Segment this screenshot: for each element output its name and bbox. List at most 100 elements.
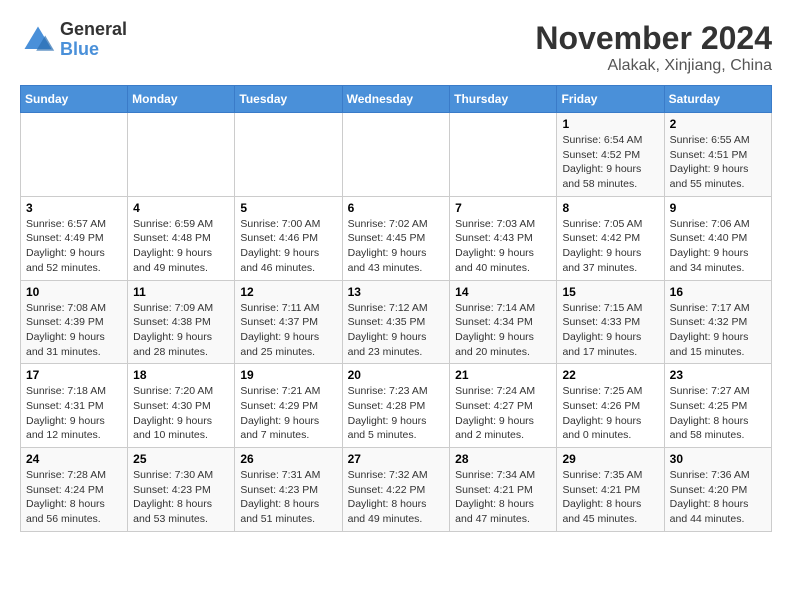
day-info: Sunrise: 7:36 AM Sunset: 4:20 PM Dayligh…: [670, 468, 766, 527]
day-number: 25: [133, 452, 229, 466]
title-block: November 2024 Alakak, Xinjiang, China: [535, 20, 772, 75]
day-number: 26: [240, 452, 336, 466]
calendar-day-cell: 14 Sunrise: 7:14 AM Sunset: 4:34 PM Dayli…: [450, 280, 557, 364]
day-number: 17: [26, 368, 122, 382]
calendar-day-cell: 24 Sunrise: 7:28 AM Sunset: 4:24 PM Dayli…: [21, 448, 128, 532]
day-number: 14: [455, 285, 551, 299]
day-info: Sunrise: 7:28 AM Sunset: 4:24 PM Dayligh…: [26, 468, 122, 527]
calendar-day-cell: 2 Sunrise: 6:55 AM Sunset: 4:51 PM Daylig…: [664, 113, 771, 197]
calendar-week-row: 1Sunrise: 6:54 AM Sunset: 4:52 PM Daylig…: [21, 113, 772, 197]
calendar-day-cell: 22 Sunrise: 7:25 AM Sunset: 4:26 PM Dayli…: [557, 364, 664, 448]
day-info: Sunrise: 7:11 AM Sunset: 4:37 PM Dayligh…: [240, 301, 336, 360]
calendar-day-cell: 23Sunrise: 7:27 AM Sunset: 4:25 PM Dayli…: [664, 364, 771, 448]
day-info: Sunrise: 6:54 AM Sunset: 4:52 PM Dayligh…: [562, 133, 658, 192]
weekday-header: Monday: [128, 86, 235, 113]
day-number: 29: [562, 452, 658, 466]
day-number: 28: [455, 452, 551, 466]
day-number: 10: [26, 285, 122, 299]
calendar-day-cell: 27 Sunrise: 7:32 AM Sunset: 4:22 PM Dayli…: [342, 448, 450, 532]
day-number: 20: [348, 368, 445, 382]
day-info: Sunrise: 7:09 AM Sunset: 4:38 PM Dayligh…: [133, 301, 229, 360]
day-info: Sunrise: 7:08 AM Sunset: 4:39 PM Dayligh…: [26, 301, 122, 360]
day-number: 12: [240, 285, 336, 299]
day-number: 8: [562, 201, 658, 215]
calendar-day-cell: 28 Sunrise: 7:34 AM Sunset: 4:21 PM Dayli…: [450, 448, 557, 532]
day-info: Sunrise: 7:12 AM Sunset: 4:35 PM Dayligh…: [348, 301, 445, 360]
calendar-day-cell: 8 Sunrise: 7:05 AM Sunset: 4:42 PM Daylig…: [557, 196, 664, 280]
calendar-day-cell: 16Sunrise: 7:17 AM Sunset: 4:32 PM Dayli…: [664, 280, 771, 364]
calendar-day-cell: 6 Sunrise: 7:02 AM Sunset: 4:45 PM Daylig…: [342, 196, 450, 280]
calendar-day-cell: 30Sunrise: 7:36 AM Sunset: 4:20 PM Dayli…: [664, 448, 771, 532]
calendar-day-cell: 21 Sunrise: 7:24 AM Sunset: 4:27 PM Dayli…: [450, 364, 557, 448]
logo-icon: [20, 22, 56, 58]
calendar-day-cell: 13 Sunrise: 7:12 AM Sunset: 4:35 PM Dayli…: [342, 280, 450, 364]
day-info: Sunrise: 7:02 AM Sunset: 4:45 PM Dayligh…: [348, 217, 445, 276]
calendar-day-cell: 10 Sunrise: 7:08 AM Sunset: 4:39 PM Dayli…: [21, 280, 128, 364]
day-info: Sunrise: 7:14 AM Sunset: 4:34 PM Dayligh…: [455, 301, 551, 360]
day-info: Sunrise: 7:03 AM Sunset: 4:43 PM Dayligh…: [455, 217, 551, 276]
day-number: 11: [133, 285, 229, 299]
weekday-header: Wednesday: [342, 86, 450, 113]
day-info: Sunrise: 7:25 AM Sunset: 4:26 PM Dayligh…: [562, 384, 658, 443]
day-info: Sunrise: 7:27 AM Sunset: 4:25 PM Dayligh…: [670, 384, 766, 443]
day-number: 3: [26, 201, 122, 215]
day-number: 22: [562, 368, 658, 382]
location-subtitle: Alakak, Xinjiang, China: [535, 57, 772, 75]
day-info: Sunrise: 7:34 AM Sunset: 4:21 PM Dayligh…: [455, 468, 551, 527]
logo-general-text: General: [60, 20, 127, 40]
calendar-day-cell: 9Sunrise: 7:06 AM Sunset: 4:40 PM Daylig…: [664, 196, 771, 280]
month-title: November 2024: [535, 20, 772, 57]
calendar-day-cell: 26 Sunrise: 7:31 AM Sunset: 4:23 PM Dayli…: [235, 448, 342, 532]
calendar-day-cell: [235, 113, 342, 197]
weekday-header: Thursday: [450, 86, 557, 113]
logo: General Blue: [20, 20, 127, 60]
calendar-day-cell: 25 Sunrise: 7:30 AM Sunset: 4:23 PM Dayli…: [128, 448, 235, 532]
calendar-day-cell: [21, 113, 128, 197]
calendar-day-cell: 3 Sunrise: 6:57 AM Sunset: 4:49 PM Daylig…: [21, 196, 128, 280]
day-info: Sunrise: 7:32 AM Sunset: 4:22 PM Dayligh…: [348, 468, 445, 527]
calendar-day-cell: 1Sunrise: 6:54 AM Sunset: 4:52 PM Daylig…: [557, 113, 664, 197]
calendar-day-cell: 7Sunrise: 7:03 AM Sunset: 4:43 PM Daylig…: [450, 196, 557, 280]
calendar-day-cell: 17 Sunrise: 7:18 AM Sunset: 4:31 PM Dayli…: [21, 364, 128, 448]
weekday-header: Saturday: [664, 86, 771, 113]
day-number: 21: [455, 368, 551, 382]
day-info: Sunrise: 7:30 AM Sunset: 4:23 PM Dayligh…: [133, 468, 229, 527]
day-info: Sunrise: 7:21 AM Sunset: 4:29 PM Dayligh…: [240, 384, 336, 443]
day-number: 19: [240, 368, 336, 382]
day-number: 6: [348, 201, 445, 215]
day-info: Sunrise: 7:05 AM Sunset: 4:42 PM Dayligh…: [562, 217, 658, 276]
day-info: Sunrise: 7:24 AM Sunset: 4:27 PM Dayligh…: [455, 384, 551, 443]
calendar-day-cell: 18 Sunrise: 7:20 AM Sunset: 4:30 PM Dayli…: [128, 364, 235, 448]
day-info: Sunrise: 6:55 AM Sunset: 4:51 PM Dayligh…: [670, 133, 766, 192]
day-info: Sunrise: 7:23 AM Sunset: 4:28 PM Dayligh…: [348, 384, 445, 443]
day-info: Sunrise: 6:57 AM Sunset: 4:49 PM Dayligh…: [26, 217, 122, 276]
day-info: Sunrise: 7:06 AM Sunset: 4:40 PM Dayligh…: [670, 217, 766, 276]
day-info: Sunrise: 7:31 AM Sunset: 4:23 PM Dayligh…: [240, 468, 336, 527]
day-info: Sunrise: 7:20 AM Sunset: 4:30 PM Dayligh…: [133, 384, 229, 443]
day-info: Sunrise: 7:18 AM Sunset: 4:31 PM Dayligh…: [26, 384, 122, 443]
calendar-day-cell: [128, 113, 235, 197]
day-number: 2: [670, 117, 766, 131]
day-number: 24: [26, 452, 122, 466]
calendar-day-cell: [342, 113, 450, 197]
calendar-day-cell: 4Sunrise: 6:59 AM Sunset: 4:48 PM Daylig…: [128, 196, 235, 280]
day-info: Sunrise: 7:35 AM Sunset: 4:21 PM Dayligh…: [562, 468, 658, 527]
day-info: Sunrise: 7:00 AM Sunset: 4:46 PM Dayligh…: [240, 217, 336, 276]
calendar-day-cell: 19 Sunrise: 7:21 AM Sunset: 4:29 PM Dayli…: [235, 364, 342, 448]
weekday-header: Friday: [557, 86, 664, 113]
day-info: Sunrise: 7:17 AM Sunset: 4:32 PM Dayligh…: [670, 301, 766, 360]
day-number: 15: [562, 285, 658, 299]
day-number: 18: [133, 368, 229, 382]
calendar-week-row: 3 Sunrise: 6:57 AM Sunset: 4:49 PM Daylig…: [21, 196, 772, 280]
day-number: 4: [133, 201, 229, 215]
calendar-day-cell: 29 Sunrise: 7:35 AM Sunset: 4:21 PM Dayli…: [557, 448, 664, 532]
day-number: 13: [348, 285, 445, 299]
calendar-day-cell: 15Sunrise: 7:15 AM Sunset: 4:33 PM Dayli…: [557, 280, 664, 364]
calendar-day-cell: 5Sunrise: 7:00 AM Sunset: 4:46 PM Daylig…: [235, 196, 342, 280]
calendar-week-row: 17 Sunrise: 7:18 AM Sunset: 4:31 PM Dayli…: [21, 364, 772, 448]
day-number: 27: [348, 452, 445, 466]
page-header: General Blue November 2024 Alakak, Xinji…: [20, 20, 772, 75]
calendar-day-cell: 12 Sunrise: 7:11 AM Sunset: 4:37 PM Dayli…: [235, 280, 342, 364]
calendar-header-row: SundayMondayTuesdayWednesdayThursdayFrid…: [21, 86, 772, 113]
calendar-day-cell: 11 Sunrise: 7:09 AM Sunset: 4:38 PM Dayli…: [128, 280, 235, 364]
